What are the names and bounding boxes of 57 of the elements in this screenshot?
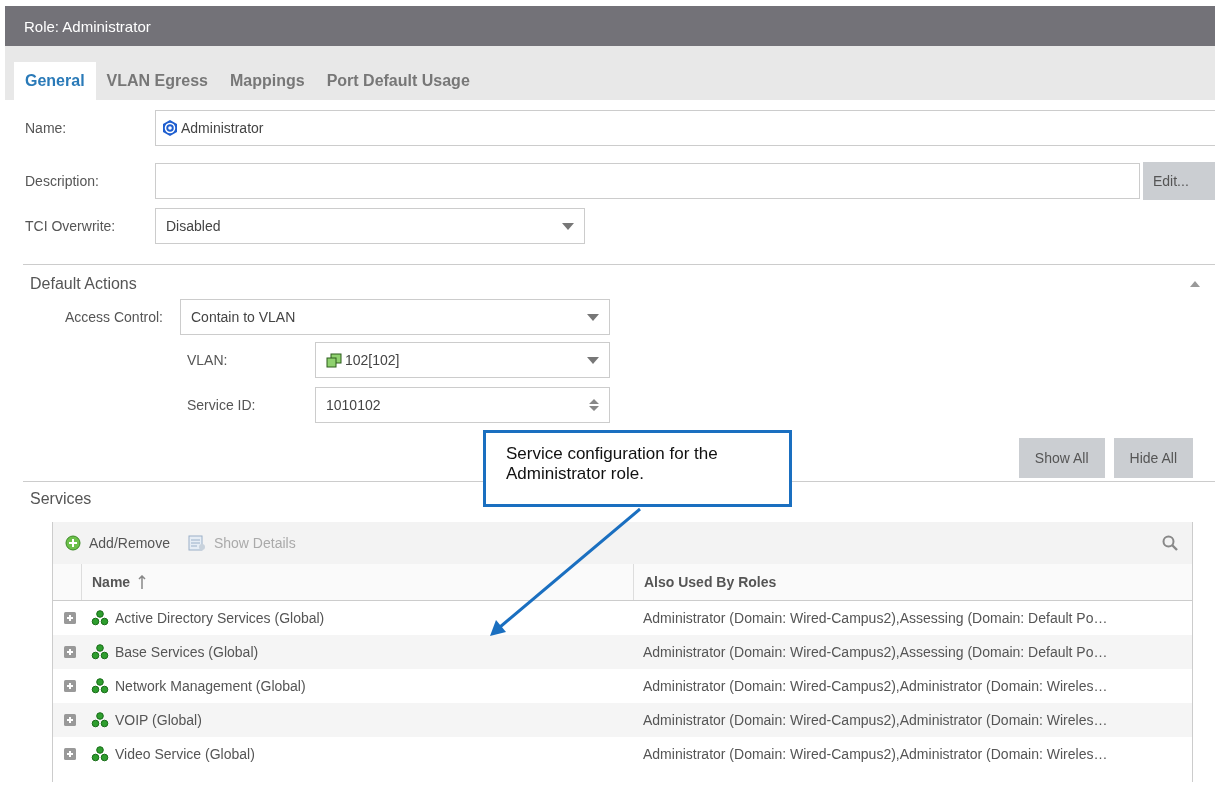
- tab[interactable]: VLAN Egress: [95, 62, 219, 100]
- expand-icon[interactable]: [64, 680, 76, 692]
- section-title: Default Actions: [30, 275, 137, 293]
- field-label: Description:: [24, 173, 100, 189]
- dropdown-caret-icon: [587, 313, 599, 321]
- edit-button[interactable]: Edit...: [1143, 162, 1215, 200]
- tab[interactable]: Port Default Usage: [315, 62, 481, 100]
- sort-ascending-icon: [138, 575, 147, 589]
- dropdown-caret-icon: [587, 356, 599, 364]
- document-icon: [187, 535, 206, 551]
- field-label: Name:: [24, 120, 68, 136]
- network-nodes-icon: [91, 746, 109, 762]
- vlan-icon: [326, 352, 342, 368]
- network-nodes-icon: [91, 678, 109, 694]
- expand-icon[interactable]: [64, 646, 76, 658]
- field-label: Access Control:: [63, 309, 164, 325]
- description-field[interactable]: [155, 163, 1140, 199]
- tab[interactable]: Mappings: [218, 62, 316, 100]
- field-label: VLAN:: [186, 352, 229, 368]
- table-cell-text: Administrator (Domain: Wired-Campus2),Administrator (Domain: Wireles…: [642, 746, 1109, 762]
- table-cell-text: Administrator (Domain: Wired-Campus2),Assessing (Domain: Default Po…: [642, 610, 1109, 626]
- access-control-dropdown[interactable]: Contain to VLAN: [180, 299, 610, 335]
- column-header[interactable]: Also Used By Roles: [633, 564, 1192, 600]
- role-icon: [161, 119, 179, 137]
- table-cell: Video Service (Global): [115, 746, 255, 762]
- column-header[interactable]: Name: [81, 564, 633, 600]
- table-cell: VOIP (Global): [115, 712, 202, 728]
- dropdown-caret-icon: [562, 222, 574, 230]
- toggle-button[interactable]: Hide All: [1113, 438, 1193, 478]
- add-remove-button[interactable]: Add/Remove: [65, 535, 170, 551]
- name-field[interactable]: Administrator: [155, 110, 1215, 146]
- network-nodes-icon: [91, 610, 109, 626]
- vlan-dropdown[interactable]: 102[102]: [315, 342, 610, 378]
- service-id-spinner[interactable]: 1010102: [315, 387, 610, 423]
- tab[interactable]: General: [14, 62, 96, 100]
- expand-icon[interactable]: [64, 714, 76, 726]
- callout-text: Service configuration for the Administrator role.: [506, 444, 719, 484]
- window-title: Role: Administrator: [5, 6, 1215, 46]
- table-cell: Network Management (Global): [115, 678, 306, 694]
- spinner-arrows-icon: [589, 398, 599, 412]
- network-nodes-icon: [91, 644, 109, 660]
- field-label: TCI Overwrite:: [24, 218, 117, 234]
- table-cell-text: Administrator (Domain: Wired-Campus2),Administrator (Domain: Wireles…: [642, 678, 1109, 694]
- table-cell: Active Directory Services (Global): [115, 610, 325, 626]
- search-icon[interactable]: [1162, 535, 1178, 551]
- collapse-caret-icon[interactable]: [1190, 281, 1200, 287]
- expand-icon[interactable]: [64, 748, 76, 760]
- table-cell: Base Services (Global): [115, 644, 259, 660]
- plus-circle-icon: [65, 535, 81, 551]
- expand-icon[interactable]: [64, 612, 76, 624]
- network-nodes-icon: [91, 712, 109, 728]
- table-cell-text: Administrator (Domain: Wired-Campus2),Assessing (Domain: Default Po…: [642, 644, 1109, 660]
- tci-overwrite-dropdown[interactable]: Disabled: [155, 208, 585, 244]
- toggle-button[interactable]: Show All: [1018, 438, 1105, 478]
- section-title: Services: [29, 489, 93, 508]
- field-label: Service ID:: [186, 397, 257, 413]
- table-cell-text: Administrator (Domain: Wired-Campus2),Administrator (Domain: Wireles…: [642, 712, 1109, 728]
